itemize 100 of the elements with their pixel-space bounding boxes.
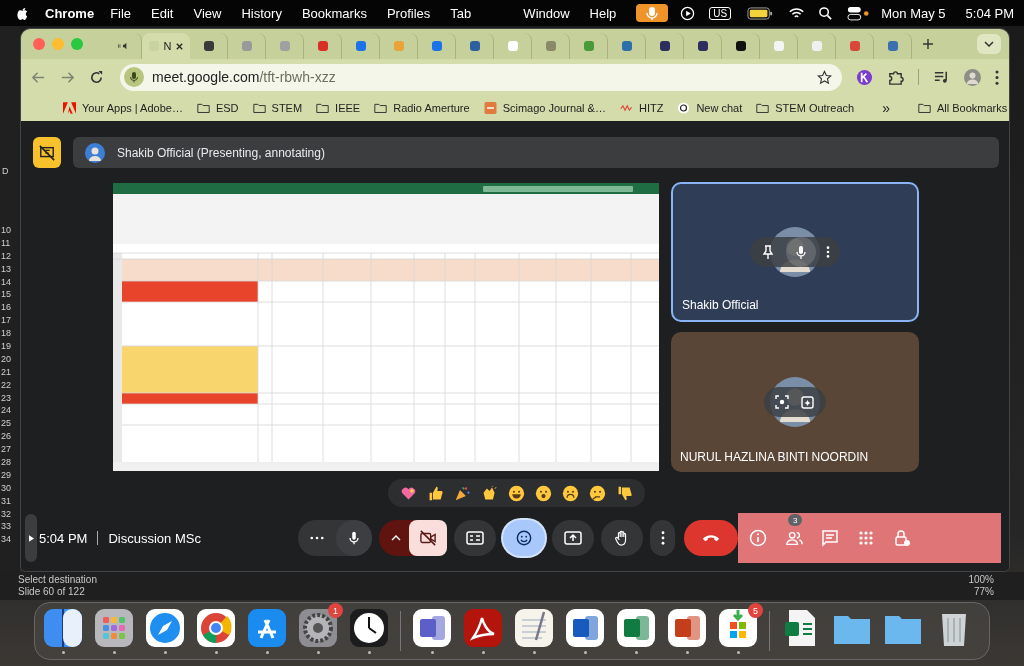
participant-tile[interactable]: Shakib Official [671,182,919,322]
row-number: 26 [0,430,12,444]
store-icon[interactable] [718,608,758,648]
close-tab-icon[interactable] [175,41,185,51]
lock-icon [893,529,912,547]
notepad-icon[interactable] [514,608,554,648]
captions-button[interactable] [454,520,497,556]
column-letter: D [1,166,10,176]
side-panel-handle[interactable] [25,514,37,562]
app-grid-icon[interactable] [94,608,134,648]
reactions-button[interactable] [503,520,546,556]
camera-button[interactable] [409,520,448,556]
app-store-icon[interactable] [247,608,287,648]
more-icon[interactable] [310,536,325,540]
laughing-face-icon[interactable] [507,484,525,502]
bookmark-item[interactable]: STEM Outreach [756,102,855,114]
meeting-details-button[interactable] [748,528,769,548]
end-call-button[interactable] [684,520,739,556]
apple-icon[interactable] [16,5,29,21]
menubar-time[interactable]: 5:04 PM [965,5,1014,21]
search-icon[interactable] [818,5,834,21]
bookmark-item[interactable]: Your Apps | Adobe… [63,102,183,114]
microphone-status-icon[interactable] [636,4,669,22]
bookmark-item[interactable]: New chat [677,102,743,114]
zoom-level: 77% [974,586,994,597]
sparkle-icon[interactable] [800,394,816,410]
row-number: 29 [0,468,12,482]
folder-icon [196,102,210,114]
keyboard-layout[interactable]: US [709,6,732,20]
row-number: 17 [0,314,12,328]
microphone-button[interactable] [336,520,373,556]
bookmark-item[interactable]: Radio Amerture [374,102,470,114]
party-popper-icon[interactable] [453,484,471,502]
more-icon[interactable] [826,245,830,259]
stop-presenting-button[interactable] [33,137,61,168]
menu-item[interactable]: Tab [450,5,472,21]
more-options-button[interactable] [650,520,676,556]
sad-face-icon[interactable] [561,484,579,502]
app-menu[interactable]: Chrome [45,5,95,21]
present-button[interactable] [552,520,595,556]
row-number: 31 [0,494,12,508]
battery-icon[interactable] [747,6,774,20]
menu-item[interactable]: History [241,5,282,21]
menu-item[interactable]: Edit [151,5,174,21]
row-number: 10 [0,224,12,237]
menu-item[interactable]: Window [523,5,570,21]
browser-tab[interactable]: N [142,33,190,59]
new-tab-icon[interactable] [922,38,934,50]
participant-name: Shakib Official [682,298,759,312]
star-icon[interactable] [817,69,832,85]
notification-badge: 1 [328,603,343,618]
more-bookmarks-button[interactable]: » [882,100,890,116]
menu-item[interactable]: View [193,5,222,21]
bookmark-item[interactable]: HITZ [619,102,664,114]
host-controls-button[interactable] [892,528,913,548]
folder-icon [756,102,770,114]
surprised-face-icon[interactable] [534,484,552,502]
microphone-button[interactable] [786,237,816,267]
play-icon [28,534,34,542]
frame-icon[interactable] [774,394,790,410]
status-text: Select destination [18,574,97,585]
document-app-icon[interactable] [463,608,503,648]
menu-item[interactable]: Help [589,5,617,21]
row-number: 20 [0,352,12,366]
row-number: 30 [0,481,12,495]
reload-icon[interactable] [89,69,104,85]
bookmark-item[interactable]: IEEE [316,102,361,114]
participant-tile[interactable]: NURUL HAZLINA BINTI NOORDIN [671,332,919,472]
menu-item[interactable]: Profiles [386,5,431,21]
puzzle-icon[interactable] [887,68,904,86]
caret-up-icon[interactable] [391,535,402,541]
bookmark-item[interactable]: STEM [252,102,303,114]
address-bar[interactable]: meet.google.com/tft-rbwh-xzz [120,63,842,91]
menu-icon[interactable] [995,69,999,85]
gear-icon[interactable] [298,608,338,648]
menubar-date[interactable]: Mon May 5 [881,5,946,21]
participant-name: NURUL HAZLINA BINTI NOORDIN [680,450,869,464]
folder-icon [316,102,330,114]
info-icon [749,529,768,547]
control-center-icon[interactable] [847,5,870,21]
row-number: 22 [0,378,12,392]
tab-search-button[interactable] [977,34,1001,54]
compass-icon[interactable] [145,608,185,648]
thinking-face-icon[interactable] [588,484,606,502]
row-number: 33 [0,520,12,534]
ring-app-icon[interactable] [196,608,236,648]
row-number: 16 [0,301,12,315]
clock-icon[interactable] [349,608,389,648]
wave-logo-icon [619,102,633,114]
extension-badge-icon[interactable] [856,68,873,86]
bookmark-item[interactable]: ESD [196,102,239,114]
microphone-icon [124,67,144,87]
bookmark-item[interactable]: Scimago Journal &… [483,102,606,114]
play-icon[interactable] [680,5,696,21]
row-number: 14 [0,275,12,289]
menu-item[interactable]: Bookmarks [301,5,367,21]
all-bookmarks-button[interactable]: All Bookmarks [917,102,1008,114]
raise-hand-button[interactable] [601,520,644,556]
menu-item[interactable]: File [110,5,132,21]
pin-icon[interactable] [760,244,776,260]
